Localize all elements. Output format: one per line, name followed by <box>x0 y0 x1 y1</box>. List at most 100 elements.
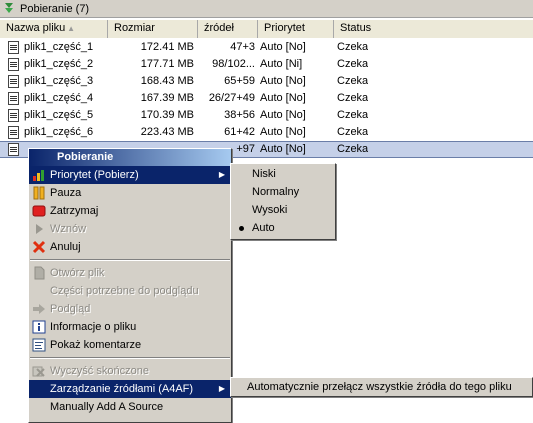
menu-item-cancel[interactable]: Anuluj <box>29 238 231 256</box>
file-size: 223.43 MB <box>140 126 194 138</box>
menu-item-label: Otwórz plik <box>50 267 105 279</box>
menu-item-add-source[interactable]: Manually Add A Source <box>29 398 231 416</box>
file-name: plik1_część_1 <box>24 41 94 53</box>
submenu-item-auto[interactable]: Auto <box>231 219 335 237</box>
submenu-item-label: Niski <box>252 168 276 180</box>
column-header-name[interactable]: Nazwa pliku ▲ <box>0 20 108 38</box>
submenu-arrow-icon: ▶ <box>218 384 225 393</box>
file-icon <box>8 126 19 139</box>
submenu-item-high[interactable]: Wysoki <box>231 201 335 219</box>
menu-item-preview[interactable]: Podgląd <box>29 300 231 318</box>
table-row[interactable]: plik1_część_5 170.39 MB 38+56 Auto [No] … <box>0 107 533 124</box>
menu-item-label: Zarządzanie źródłami (A4AF) <box>50 383 194 395</box>
file-size: 172.41 MB <box>140 41 194 53</box>
file-size: 177.71 MB <box>140 58 194 70</box>
menu-item-comments[interactable]: Pokaż komentarze <box>29 336 231 354</box>
cancel-x-icon <box>32 240 46 254</box>
priority-submenu: Niski Normalny Wysoki Auto <box>230 163 336 240</box>
menu-item-label: Pokaż komentarze <box>50 339 142 351</box>
column-header-status[interactable]: Status <box>334 20 533 38</box>
menu-item-label: Anuluj <box>50 241 81 253</box>
file-priority: Auto [No] <box>260 109 306 121</box>
file-sources: 61+42 <box>224 126 255 138</box>
window-title-bar: Pobieranie (7) <box>0 0 533 18</box>
menu-separator <box>29 354 231 362</box>
file-status: Czeka <box>337 143 369 155</box>
a4af-submenu: Automatycznie przełącz wszystkie źródła … <box>230 377 533 397</box>
column-header-priority[interactable]: Priorytet <box>258 20 334 38</box>
file-sources: 98/102... <box>212 58 255 70</box>
submenu-item-auto-switch-sources[interactable]: Automatycznie przełącz wszystkie źródła … <box>231 378 532 396</box>
table-row[interactable]: plik1_część_3 168.43 MB 65+59 Auto [No] … <box>0 73 533 90</box>
file-priority: Auto [No] <box>260 92 306 104</box>
file-size: 168.43 MB <box>140 75 194 87</box>
column-header-size[interactable]: Rozmiar <box>108 20 198 38</box>
menu-item-a4af[interactable]: Zarządzanie źródłami (A4AF) ▶ <box>29 380 231 398</box>
menu-item-label: Pauza <box>50 187 82 199</box>
context-menu-title: Pobieranie <box>29 149 231 166</box>
menu-item-label: Priorytet (Pobierz) <box>50 169 139 181</box>
open-file-icon <box>32 266 46 280</box>
menu-item-open-file[interactable]: Otwórz plik <box>29 264 231 282</box>
file-icon <box>8 92 19 105</box>
column-header-bar: Nazwa pliku ▲ Rozmiar źródeł Priorytet St… <box>0 20 533 38</box>
submenu-item-low[interactable]: Niski <box>231 165 335 183</box>
file-priority: Auto [No] <box>260 143 306 155</box>
download-arrow-icon <box>2 2 16 16</box>
table-row[interactable]: plik1_część_2 177.71 MB 98/102... Auto [… <box>0 56 533 73</box>
menu-item-label: Zatrzymaj <box>50 205 99 217</box>
file-status: Czeka <box>337 126 369 138</box>
file-sources: 47+3 <box>230 41 255 53</box>
menu-item-stop[interactable]: Zatrzymaj <box>29 202 231 220</box>
table-row[interactable]: plik1_część_4 167.39 MB 26/27+49 Auto [N… <box>0 90 533 107</box>
menu-item-preview-parts[interactable]: Części potrzebne do podglądu <box>29 282 231 300</box>
menu-item-clear-finished[interactable]: Wyczyść skończone <box>29 362 231 380</box>
info-icon <box>32 320 46 334</box>
menu-item-label: Informacje o pliku <box>50 321 137 333</box>
menu-item-file-info[interactable]: Informacje o pliku <box>29 318 231 336</box>
file-status: Czeka <box>337 92 369 104</box>
menu-item-label: Wyczyść skończone <box>50 365 149 377</box>
file-priority: Auto [Ni] <box>260 58 303 70</box>
file-name: plik1_część_4 <box>24 92 94 104</box>
file-status: Czeka <box>337 75 369 87</box>
file-name: plik1_część_3 <box>24 75 94 87</box>
file-size: 170.39 MB <box>140 109 194 121</box>
submenu-arrow-icon: ▶ <box>218 170 225 179</box>
table-row[interactable]: plik1_część_6 223.43 MB 61+42 Auto [No] … <box>0 124 533 141</box>
file-icon <box>8 58 19 71</box>
menu-item-label: Wznów <box>50 223 87 235</box>
file-sources: 26/27+49 <box>208 92 255 104</box>
menu-item-priority[interactable]: Priorytet (Pobierz) ▶ <box>29 166 231 184</box>
submenu-item-label: Auto <box>252 222 275 234</box>
sort-ascending-icon: ▲ <box>67 24 75 33</box>
file-name: plik1_część_6 <box>24 126 94 138</box>
file-name: plik1_część_2 <box>24 58 94 70</box>
menu-item-resume[interactable]: Wznów <box>29 220 231 238</box>
file-status: Czeka <box>337 58 369 70</box>
preview-arrow-icon <box>32 302 46 316</box>
menu-item-label: Podgląd <box>50 303 91 315</box>
submenu-item-label: Automatycznie przełącz wszystkie źródła … <box>247 381 512 393</box>
submenu-item-label: Wysoki <box>252 204 288 216</box>
stop-icon <box>32 204 46 218</box>
table-row[interactable]: plik1_część_1 172.41 MB 47+3 Auto [No] C… <box>0 39 533 56</box>
file-sources: 65+59 <box>224 75 255 87</box>
menu-item-pause[interactable]: Pauza <box>29 184 231 202</box>
file-icon <box>8 75 19 88</box>
column-header-sources[interactable]: źródeł <box>198 20 258 38</box>
file-priority: Auto [No] <box>260 75 306 87</box>
file-priority: Auto [No] <box>260 126 306 138</box>
file-icon <box>8 143 19 156</box>
window-title: Pobieranie (7) <box>20 2 90 15</box>
submenu-item-normal[interactable]: Normalny <box>231 183 335 201</box>
resume-icon <box>32 222 46 236</box>
menu-separator <box>29 256 231 264</box>
menu-item-label: Części potrzebne do podglądu <box>50 285 199 297</box>
menu-item-label: Manually Add A Source <box>50 401 164 413</box>
file-name: plik1_część_5 <box>24 109 94 121</box>
file-icon <box>8 109 19 122</box>
clear-finished-icon <box>32 364 46 378</box>
file-status: Czeka <box>337 41 369 53</box>
pause-icon <box>32 186 46 200</box>
